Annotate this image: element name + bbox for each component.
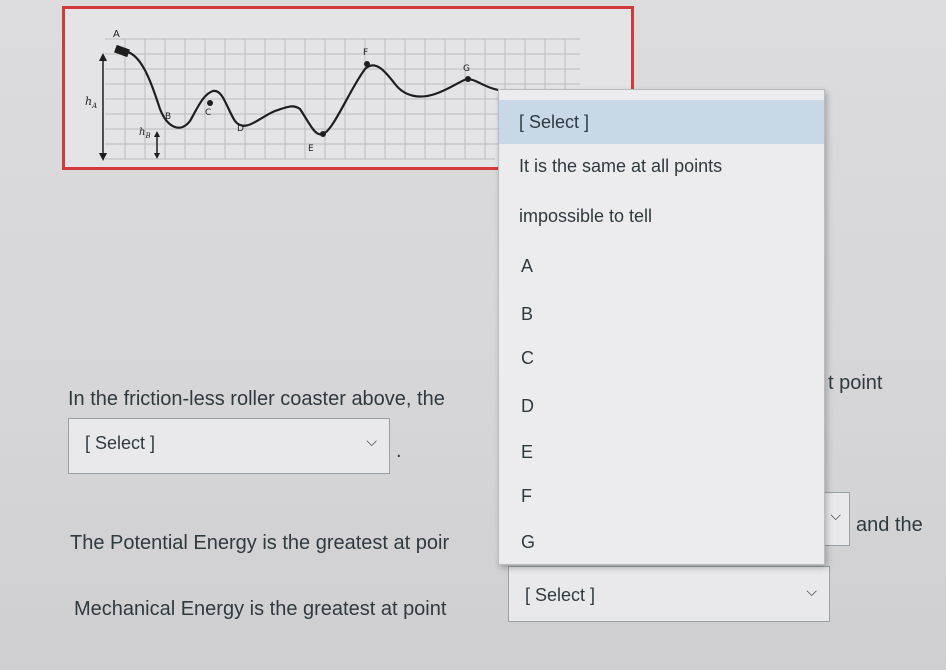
question-1-select[interactable]: [ Select ] ⌵ <box>68 418 390 474</box>
label-b: B <box>165 112 171 122</box>
chevron-down-icon: ⌵ <box>830 507 841 523</box>
dropdown-option-a[interactable]: A <box>499 244 824 288</box>
label-d: D <box>237 124 244 134</box>
dropdown-list[interactable]: [ Select ] It is the same at all points … <box>498 89 825 565</box>
question-2-tail: and the <box>856 514 923 536</box>
question-1-period: . <box>396 440 402 462</box>
dropdown-option-g[interactable]: G <box>499 520 824 564</box>
point-e-dot <box>320 131 326 137</box>
dropdown-option-c[interactable]: C <box>499 336 824 380</box>
dropdown-option-e[interactable]: E <box>499 430 824 474</box>
label-e: E <box>308 144 314 154</box>
dropdown-option-b[interactable]: B <box>499 292 824 336</box>
point-g-dot <box>465 76 471 82</box>
dropdown-option-same[interactable]: It is the same at all points <box>499 144 824 188</box>
chevron-down-icon: ⌵ <box>806 583 817 599</box>
question-1-text: In the friction-less roller coaster abov… <box>68 388 445 410</box>
dropdown-option-impossible[interactable]: impossible to tell <box>499 194 824 238</box>
coaster-car <box>114 44 130 58</box>
point-f-dot <box>364 61 370 67</box>
question-1-select-label: [ Select ] <box>85 433 156 453</box>
label-ha: hA <box>85 95 97 110</box>
label-g: G <box>463 64 470 74</box>
dropdown-option-select[interactable]: [ Select ] <box>499 100 824 144</box>
track-curve <box>119 49 506 136</box>
question-3-select[interactable]: [ Select ] ⌵ <box>508 566 830 622</box>
question-2-text: The Potential Energy is the greatest at … <box>70 532 450 554</box>
dropdown-option-d[interactable]: D <box>499 384 824 428</box>
dropdown-option-f[interactable]: F <box>499 474 824 518</box>
question-3-select-label: [ Select ] <box>525 585 596 605</box>
point-c-dot <box>207 100 213 106</box>
chevron-down-icon: ⌵ <box>366 433 377 449</box>
question-1-tail: t point <box>828 372 883 394</box>
question-3-text: Mechanical Energy is the greatest at poi… <box>74 598 447 620</box>
label-c: C <box>205 108 211 118</box>
label-f: F <box>363 48 368 58</box>
label-a: A <box>113 29 120 40</box>
